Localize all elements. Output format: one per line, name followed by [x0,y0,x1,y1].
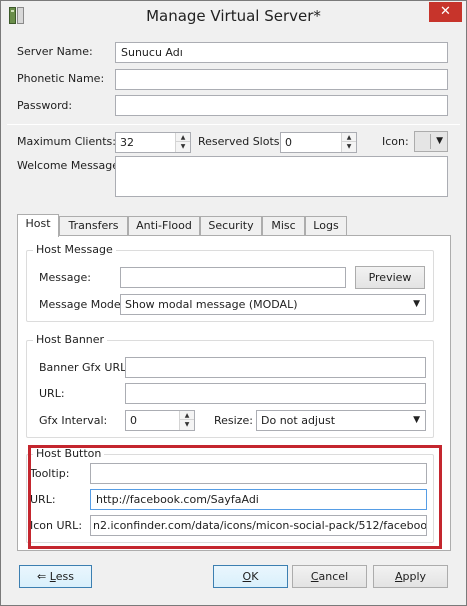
icon-url-input[interactable]: n2.iconfinder.com/data/icons/micon-socia… [90,515,427,536]
tab-logs[interactable]: Logs [305,216,347,236]
host-banner-title: Host Banner [33,333,108,346]
spin-down-icon[interactable]: ▼ [180,420,194,429]
spinner-arrows[interactable]: ▲ ▼ [341,133,356,152]
max-clients-spinner[interactable]: 32 ▲ ▼ [115,132,191,153]
banner-gfx-url-label: Banner Gfx URL: [39,361,130,374]
host-button-group: Host Button Tooltip: URL: http://faceboo… [26,447,434,543]
max-clients-label: Maximum Clients: [17,135,116,148]
window-title: Manage Virtual Server* [146,7,321,25]
preview-button[interactable]: Preview [355,266,425,289]
title-bar[interactable]: Manage Virtual Server* ✕ [1,1,466,31]
message-mode-value: Show modal message (MODAL) [125,298,298,311]
icon-label: Icon: [382,135,409,148]
server-name-label: Server Name: [17,45,93,58]
icon-dropdown[interactable]: ▼ [414,131,448,152]
icon-url-label: Icon URL: [30,519,83,532]
chevron-down-icon: ▼ [413,299,420,309]
less-button[interactable]: ⇐ Less [19,565,92,588]
message-input[interactable] [120,267,346,288]
password-label: Password: [17,99,73,112]
spinner-arrows[interactable]: ▲ ▼ [175,133,190,152]
host-banner-group: Host Banner Banner Gfx URL: URL: Gfx Int… [26,333,434,438]
phonetic-name-input[interactable] [115,69,448,90]
tab-misc[interactable]: Misc [262,216,305,236]
spin-down-icon[interactable]: ▼ [176,142,190,151]
dialog-body: Server Name: Sunucu Adı Phonetic Name: P… [7,33,460,601]
password-input[interactable] [115,95,448,116]
spin-up-icon[interactable]: ▲ [176,133,190,142]
spinner-arrows[interactable]: ▲ ▼ [179,411,194,430]
spin-down-icon[interactable]: ▼ [342,142,356,151]
host-message-group: Host Message Message: Preview Message Mo… [26,243,434,322]
banner-gfx-url-input[interactable] [125,357,426,378]
max-clients-value: 32 [120,136,134,149]
chevron-down-icon: ▼ [436,136,443,146]
resize-select[interactable]: Do not adjust ▼ [256,410,426,431]
button-url-input[interactable]: http://facebook.com/SayfaAdi [90,489,427,510]
manage-virtual-server-dialog: Manage Virtual Server* ✕ Server Name: Su… [0,0,467,606]
chevron-down-icon: ▼ [413,415,420,425]
tab-transfers[interactable]: Transfers [59,216,128,236]
reserved-slots-value: 0 [285,136,292,149]
spin-up-icon[interactable]: ▲ [342,133,356,142]
banner-url-label: URL: [39,387,65,400]
gfx-interval-spinner[interactable]: 0 ▲ ▼ [125,410,195,431]
resize-label: Resize: [214,414,253,427]
gfx-interval-label: Gfx Interval: [39,414,108,427]
reserved-slots-label: Reserved Slots: [198,135,284,148]
tab-host[interactable]: Host [17,214,59,237]
separator [7,124,460,125]
welcome-message-label: Welcome Message: [17,159,123,172]
welcome-message-input[interactable] [115,156,448,197]
host-button-title: Host Button [33,447,105,460]
gfx-interval-value: 0 [130,414,137,427]
resize-value: Do not adjust [261,414,336,427]
tab-security[interactable]: Security [200,216,262,236]
apply-button[interactable]: Apply [373,565,448,588]
tab-anti-flood[interactable]: Anti-Flood [128,216,200,236]
close-button[interactable]: ✕ [429,2,462,22]
message-label: Message: [39,271,91,284]
phonetic-name-label: Phonetic Name: [17,72,105,85]
button-url-label: URL: [30,493,56,506]
cancel-button[interactable]: Cancel [292,565,367,588]
ok-button[interactable]: OK [213,565,288,588]
message-mode-label: Message Mode: [39,298,125,311]
tooltip-input[interactable] [90,463,427,484]
tooltip-label: Tooltip: [30,467,70,480]
host-message-title: Host Message [33,243,116,256]
message-mode-select[interactable]: Show modal message (MODAL) ▼ [120,294,426,315]
server-name-input[interactable]: Sunucu Adı [115,42,448,63]
reserved-slots-spinner[interactable]: 0 ▲ ▼ [280,132,357,153]
host-tab-panel: Host Message Message: Preview Message Mo… [17,235,451,551]
banner-url-input[interactable] [125,383,426,404]
spin-up-icon[interactable]: ▲ [180,411,194,420]
